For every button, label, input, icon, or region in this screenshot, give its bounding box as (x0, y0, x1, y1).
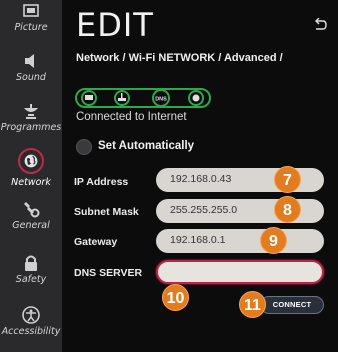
dns-server-label: DNS SERVER (74, 267, 143, 279)
sidebar-item-sound[interactable]: Sound (0, 52, 62, 96)
step-badge-8: 8 (274, 196, 301, 223)
sidebar: Picture Sound Programmes Network General… (0, 0, 62, 352)
sidebar-item-general[interactable]: General (0, 200, 62, 244)
sidebar-item-safety[interactable]: Safety (0, 254, 62, 298)
dns-node-label: DNS (155, 97, 167, 103)
main-panel: EDIT Network / Wi-Fi NETWORK / Advanced … (62, 0, 338, 352)
page-title: EDIT (76, 6, 154, 44)
sidebar-item-programmes[interactable]: Programmes (0, 102, 62, 146)
connection-status-text: Connected to Internet (76, 111, 187, 123)
sidebar-item-label: Picture (14, 22, 48, 33)
sidebar-item-label: General (12, 220, 50, 231)
sidebar-item-label: Accessibility (1, 326, 61, 337)
step-badge-11: 11 (239, 291, 266, 318)
active-indicator (18, 148, 44, 174)
sidebar-item-network[interactable]: Network (0, 148, 62, 192)
step-badge-7: 7 (274, 166, 301, 193)
sidebar-item-label: Network (11, 177, 51, 188)
wrench-gear-icon (24, 202, 40, 218)
accessibility-icon (22, 306, 40, 324)
speaker-icon (25, 54, 34, 68)
sidebar-item-label: Programmes (0, 122, 62, 133)
lock-icon (25, 255, 37, 271)
step-badge-9: 9 (260, 227, 287, 254)
connection-status-diagram: DNS (75, 88, 211, 108)
connect-button[interactable]: CONNECT (260, 296, 324, 314)
dns-server-field[interactable] (156, 260, 324, 284)
breadcrumb: Network / Wi-Fi NETWORK / Advanced / (76, 52, 283, 64)
globe-icon (24, 154, 38, 168)
sidebar-item-label: Safety (15, 274, 47, 285)
step-badge-10: 10 (162, 284, 189, 311)
gateway-field[interactable]: 192.168.0.1 (156, 229, 324, 253)
sidebar-item-accessibility[interactable]: Accessibility (0, 306, 62, 350)
picture-icon (23, 4, 39, 17)
satellite-dish-icon (24, 104, 38, 119)
sidebar-item-picture[interactable]: Picture (0, 2, 62, 46)
sidebar-item-label: Sound (16, 72, 46, 83)
ip-address-label: IP Address (74, 176, 129, 188)
gateway-label: Gateway (74, 236, 118, 248)
back-icon[interactable] (312, 18, 328, 32)
set-automatically-radio[interactable] (76, 139, 92, 155)
subnet-mask-label: Subnet Mask (74, 206, 139, 218)
set-automatically-label: Set Automatically (98, 140, 195, 152)
